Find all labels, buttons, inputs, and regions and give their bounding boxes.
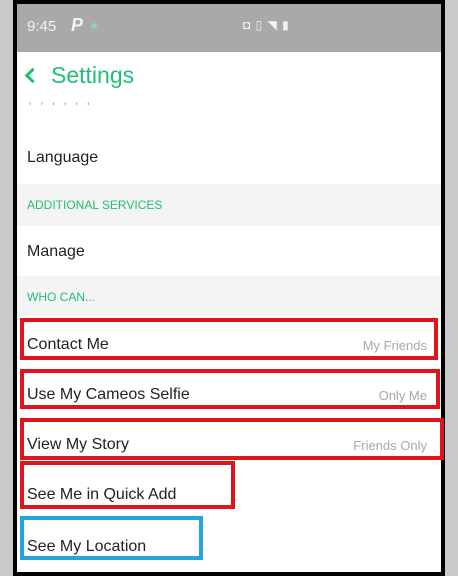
section-header-label: WHO CAN... bbox=[27, 290, 95, 304]
status-bar: 9:45 P ◘ ▯ ◥ ▮ bbox=[17, 4, 441, 52]
status-icons: ◘ ▯ ◥ ▮ bbox=[243, 18, 290, 32]
app-notification-icon: P bbox=[71, 15, 84, 35]
language-row[interactable]: Language bbox=[17, 130, 441, 184]
section-header-label: ADDITIONAL SERVICES bbox=[27, 198, 163, 212]
highlight-box-story bbox=[20, 418, 444, 460]
nav-bar: Settings bbox=[17, 52, 441, 102]
highlight-box-quick-add bbox=[20, 461, 235, 509]
section-header-who-can: WHO CAN... bbox=[17, 276, 441, 316]
highlight-box-contact-me bbox=[20, 318, 438, 360]
section-header-additional-services: ADDITIONAL SERVICES bbox=[17, 184, 441, 226]
status-time: 9:45 bbox=[27, 18, 57, 35]
language-label: Language bbox=[27, 149, 99, 166]
partial-label: ' ' ' ' ' ' bbox=[29, 100, 93, 114]
notification-dot-icon bbox=[91, 23, 97, 29]
manage-row[interactable]: Manage bbox=[17, 226, 441, 276]
page-title: Settings bbox=[51, 62, 135, 88]
highlight-box-cameos bbox=[20, 369, 440, 409]
highlight-box-location bbox=[20, 516, 203, 560]
chevron-left-icon[interactable] bbox=[24, 67, 41, 84]
manage-label: Manage bbox=[27, 243, 85, 260]
